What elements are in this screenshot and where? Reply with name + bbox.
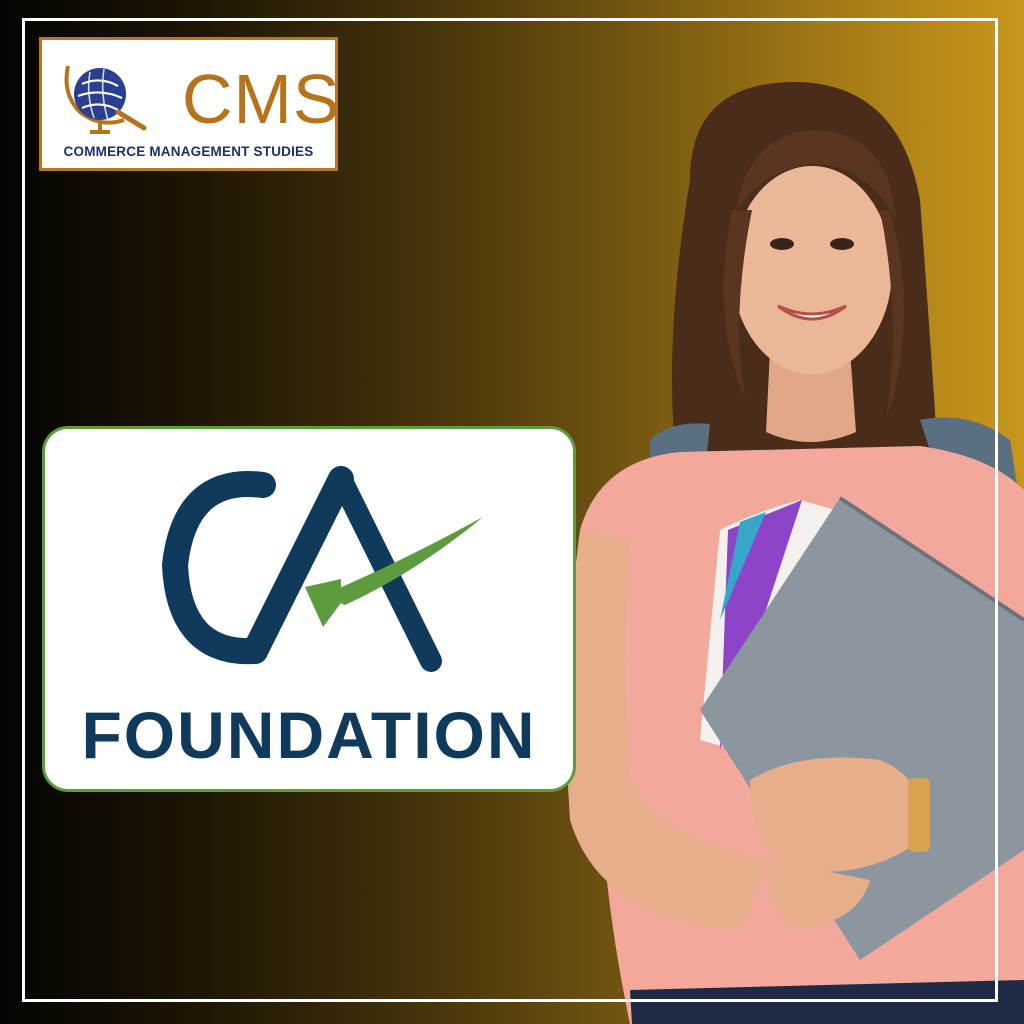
brand-tagline: COMMERCE MANAGEMENT STUDIES <box>63 144 314 159</box>
student-photo <box>566 81 1024 1024</box>
globe-icon <box>64 65 147 134</box>
poster: CMS COMMERCE MANAGEMENT STUDIES FOUNDATI… <box>0 0 1024 1024</box>
course-title: FOUNDATION <box>81 698 537 772</box>
brand-name: CMS <box>182 60 341 138</box>
ca-foundation-card: FOUNDATION <box>42 426 576 792</box>
ca-logo <box>161 466 483 672</box>
cms-logo: CMS COMMERCE MANAGEMENT STUDIES <box>39 37 341 171</box>
